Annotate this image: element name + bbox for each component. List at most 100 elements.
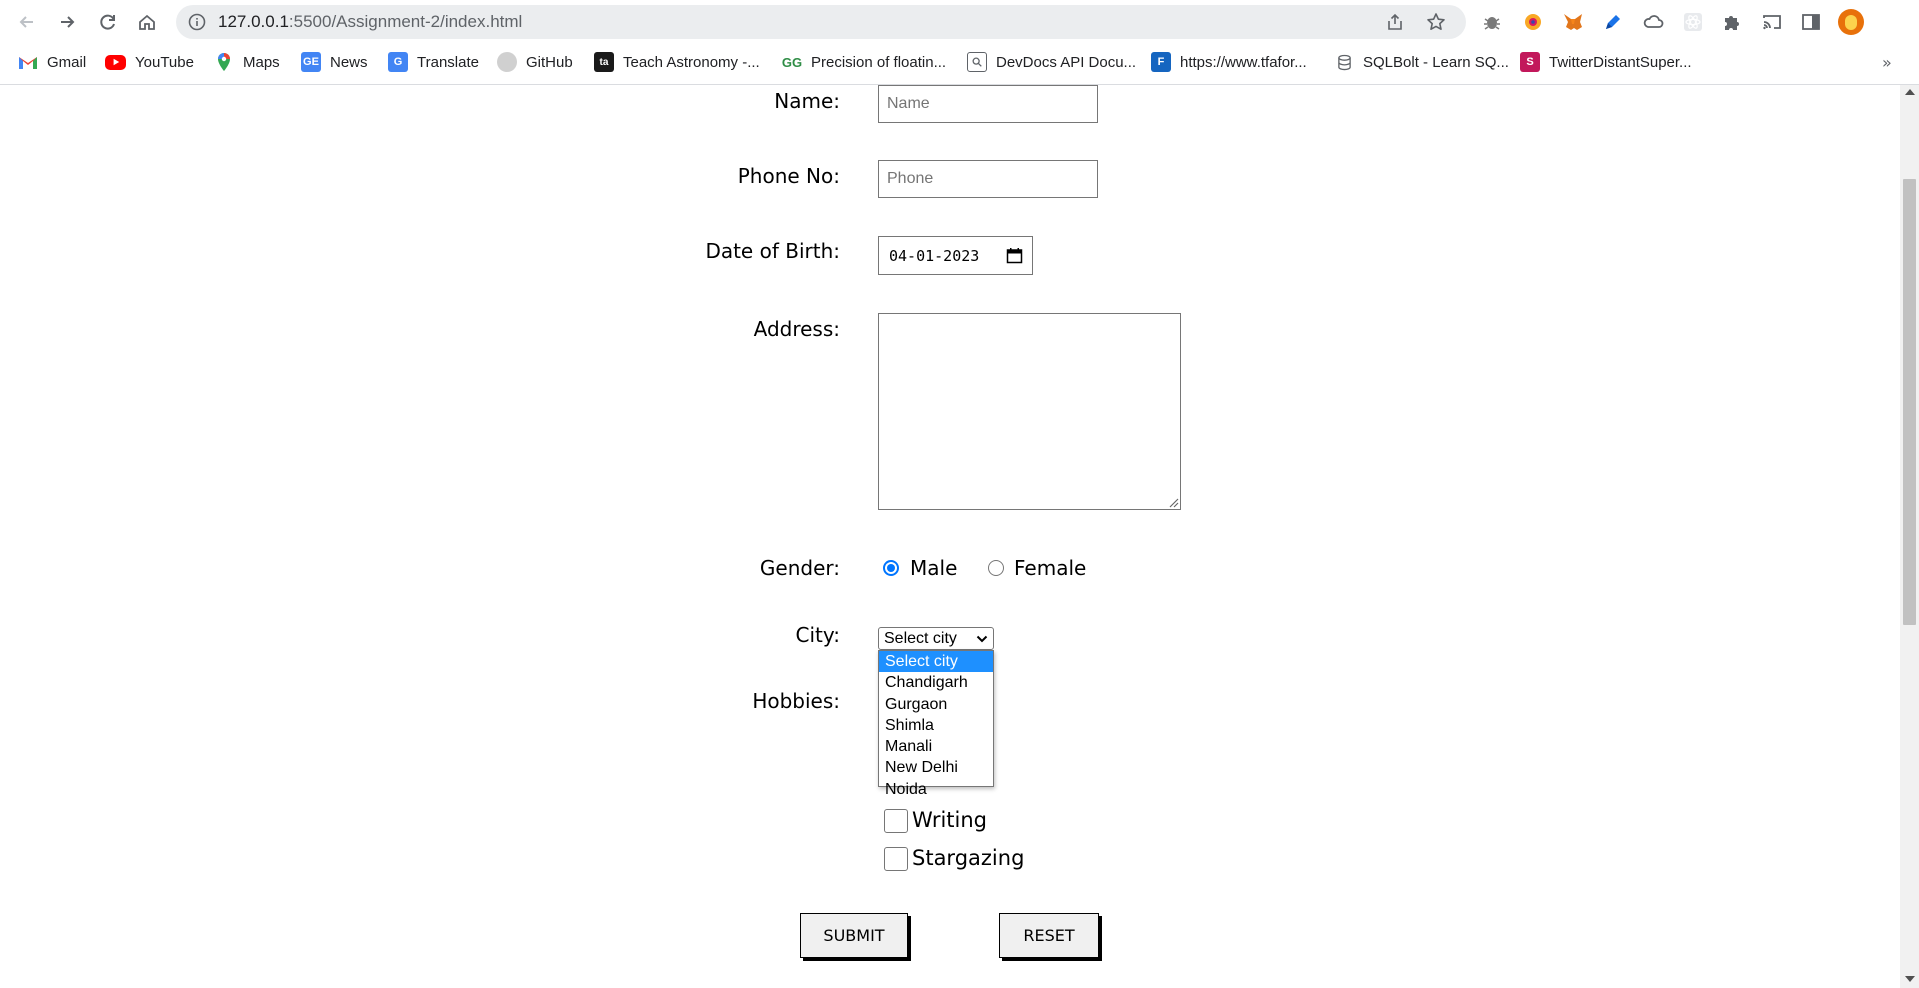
city-option[interactable]: Shimla — [879, 715, 993, 736]
dob-value: 04-01-2023 — [889, 246, 980, 265]
bookmark-label: News — [330, 53, 368, 71]
address-bar[interactable]: 127.0.0.1:5500/Assignment-2/index.html — [176, 5, 1466, 39]
gender-female-label[interactable]: Female — [1014, 556, 1086, 580]
share-icon[interactable] — [1386, 13, 1404, 31]
arrow-left-icon — [19, 16, 33, 28]
city-option[interactable]: Gurgaon — [879, 694, 993, 715]
bookmark-github[interactable]: GitHub — [497, 51, 573, 73]
devdocs-icon — [967, 52, 987, 72]
metamask-fox-icon[interactable] — [1561, 10, 1585, 34]
phone-input[interactable] — [878, 160, 1098, 198]
bookmark-devdocs[interactable]: DevDocs API Docu... — [967, 51, 1136, 73]
name-input[interactable] — [878, 85, 1098, 123]
arrow-right-icon — [61, 16, 75, 28]
bookmark-label: Precision of floatin... — [811, 53, 947, 71]
bookmarks-bar: Gmail YouTube Maps GE News G Translate G… — [0, 44, 1919, 80]
extensions-puzzle-icon[interactable] — [1720, 10, 1744, 34]
database-icon — [1334, 52, 1354, 72]
reset-button[interactable]: RESET — [999, 913, 1099, 958]
submit-button[interactable]: SUBMIT — [800, 913, 908, 958]
bookmark-sqlbolt[interactable]: SQLBolt - Learn SQ... — [1334, 51, 1509, 73]
bookmark-label: Gmail — [47, 53, 87, 71]
s-icon: S — [1520, 52, 1540, 72]
page-scrollbar[interactable] — [1900, 85, 1919, 988]
pen-extension-icon[interactable] — [1601, 10, 1625, 34]
city-dropdown-list: Select city Chandigarh Gurgaon Shimla Ma… — [878, 650, 994, 798]
scroll-up-arrow-icon[interactable] — [1905, 89, 1915, 95]
site-info-icon[interactable] — [188, 13, 206, 31]
resize-grip-icon[interactable] — [1167, 496, 1179, 508]
astronomy-icon: ta — [594, 52, 614, 72]
bookmark-label: Maps — [243, 53, 280, 71]
scroll-thumb[interactable] — [1903, 179, 1916, 625]
bookmark-label: SQLBolt - Learn SQ... — [1363, 53, 1509, 71]
bookmark-label: https://www.tfafor... — [1180, 53, 1307, 71]
chevron-down-icon — [976, 635, 988, 643]
hobbies-label: Hobbies: — [752, 689, 840, 713]
bookmark-precision[interactable]: GG Precision of floatin... — [782, 51, 946, 73]
bookmark-tfa[interactable]: F https://www.tfafor... — [1151, 51, 1307, 73]
bookmark-label: Teach Astronomy -... — [623, 53, 760, 71]
bookmark-star-icon[interactable] — [1426, 12, 1446, 32]
bookmark-label: GitHub — [526, 53, 573, 71]
cloud-extension-icon[interactable] — [1641, 10, 1665, 34]
bookmark-teach-astronomy[interactable]: ta Teach Astronomy -... — [594, 51, 760, 73]
hobby-writing-checkbox[interactable] — [884, 809, 908, 833]
bookmark-translate[interactable]: G Translate — [388, 51, 479, 73]
url-text[interactable]: 127.0.0.1:5500/Assignment-2/index.html — [218, 12, 522, 32]
colorful-extension-icon[interactable] — [1521, 10, 1545, 34]
dob-label: Date of Birth: — [705, 239, 840, 263]
react-devtools-icon[interactable] — [1681, 10, 1705, 34]
reload-button[interactable] — [92, 6, 124, 38]
city-option[interactable]: Chandigarh — [879, 672, 993, 693]
bookmark-gmail[interactable]: Gmail — [18, 51, 86, 73]
forward-button[interactable] — [51, 6, 83, 38]
profile-avatar[interactable] — [1838, 9, 1864, 35]
bookmark-maps[interactable]: Maps — [214, 51, 280, 73]
back-button[interactable] — [11, 6, 43, 38]
hobby-stargazing-checkbox[interactable] — [884, 847, 908, 871]
bookmark-label: DevDocs API Docu... — [996, 53, 1137, 71]
browser-toolbar: 127.0.0.1:5500/Assignment-2/index.html — [0, 0, 1919, 44]
gender-female-radio[interactable] — [988, 560, 1004, 576]
bookmark-news[interactable]: GE News — [301, 51, 368, 73]
bookmark-label: Translate — [417, 53, 479, 71]
gender-label: Gender: — [759, 556, 840, 580]
home-icon — [139, 14, 155, 30]
bookmarks-overflow-button[interactable]: » — [1882, 53, 1892, 72]
reload-icon — [100, 14, 115, 30]
avatar-face — [1845, 14, 1857, 30]
translate-icon: G — [388, 52, 408, 72]
scroll-down-arrow-icon[interactable] — [1905, 976, 1915, 982]
city-option[interactable]: Select city — [879, 651, 993, 673]
cast-icon[interactable] — [1760, 10, 1784, 34]
youtube-icon — [105, 54, 126, 70]
bookmark-twitterdistant[interactable]: S TwitterDistantSuper... — [1520, 51, 1692, 73]
bookmark-youtube[interactable]: YouTube — [105, 51, 194, 73]
city-selected-value: Select city — [884, 629, 957, 647]
bug-extension-icon[interactable] — [1480, 10, 1504, 34]
geeksforgeeks-icon: GG — [781, 54, 803, 70]
address-textarea[interactable] — [878, 313, 1181, 510]
city-option[interactable]: New Delhi — [879, 757, 993, 778]
city-option[interactable]: Noida — [879, 779, 993, 800]
page-content: Name: Phone No: Date of Birth: 04-01-202… — [0, 85, 1900, 988]
gender-male-radio[interactable] — [883, 560, 899, 576]
url-host: 127.0.0.1 — [218, 12, 289, 31]
bookmark-label: YouTube — [135, 53, 194, 71]
city-option[interactable]: Manali — [879, 736, 993, 757]
github-icon — [497, 52, 517, 72]
address-label: Address: — [753, 317, 840, 341]
side-panel-icon[interactable] — [1799, 10, 1823, 34]
hobby-stargazing-label[interactable]: Stargazing — [912, 846, 1024, 870]
calendar-icon[interactable] — [1006, 247, 1023, 264]
city-label: City: — [795, 623, 840, 647]
name-label: Name: — [774, 89, 840, 113]
gender-male-label[interactable]: Male — [910, 556, 957, 580]
city-select[interactable]: Select city — [878, 627, 994, 650]
gmail-icon — [18, 52, 38, 72]
url-path: :5500/Assignment-2/index.html — [288, 12, 523, 31]
dob-date-input[interactable]: 04-01-2023 — [878, 236, 1033, 275]
hobby-writing-label[interactable]: Writing — [912, 808, 987, 832]
home-button[interactable] — [131, 6, 163, 38]
